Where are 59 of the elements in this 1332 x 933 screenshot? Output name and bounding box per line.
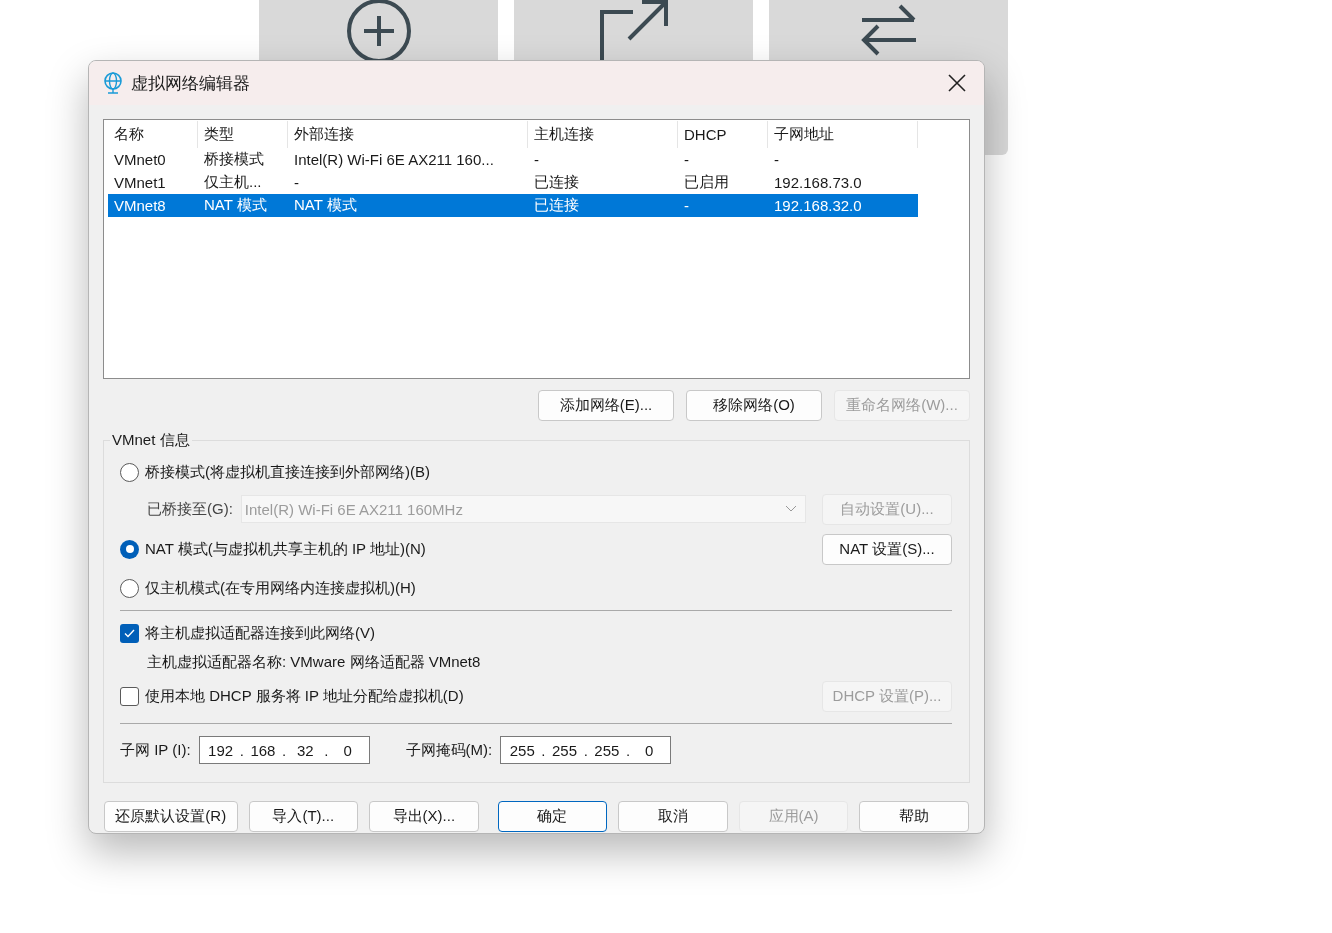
table-cell-text: -	[683, 151, 690, 168]
column-header[interactable]: 类型	[198, 121, 288, 148]
table-cell-text: 仅主机...	[203, 173, 263, 192]
dialog-button[interactable]: 导出(X)...	[369, 801, 479, 832]
table-button[interactable]: 添加网络(E)...	[538, 390, 674, 421]
table-cell-text: -	[293, 174, 300, 191]
radio-label: NAT 模式(与虚拟机共享主机的 IP 地址)(N)	[145, 539, 426, 559]
table-button[interactable]: 移除网络(O)	[686, 390, 822, 421]
close-icon	[948, 74, 966, 92]
radio-button[interactable]	[120, 462, 139, 482]
column-header[interactable]: 子网地址	[768, 121, 918, 148]
nat-settings-button[interactable]: NAT 设置(S)...	[822, 533, 952, 565]
table-cell-text: -	[773, 151, 780, 168]
radio-button[interactable]	[120, 578, 139, 598]
column-header[interactable]: 主机连接	[528, 121, 678, 148]
adapter-name-text: 主机虚拟适配器名称: VMware 网络适配器 VMnet8	[147, 652, 481, 672]
field-label: 子网掩码(M):	[405, 740, 493, 760]
table-cell-text: -	[533, 151, 540, 168]
table-cell-text: NAT 模式	[203, 196, 268, 215]
toolbar-tile[interactable]	[259, 0, 498, 60]
radio-label: 桥接模式(将虚拟机直接连接到外部网络)(B)	[145, 462, 430, 482]
table-cell-text: NAT 模式	[293, 196, 358, 215]
table-cell-text: VMnet0	[113, 151, 167, 168]
table-cell-text: Intel(R) Wi-Fi 6E AX211 160...	[293, 151, 495, 168]
field-label: 子网 IP (I):	[120, 740, 191, 760]
dialog-button[interactable]: 导入(T)...	[248, 801, 359, 832]
table-cell-text: VMnet8	[113, 197, 167, 214]
radio-label: 仅主机模式(在专用网络内连接虚拟机)(H)	[145, 578, 416, 598]
column-header[interactable]: 名称	[108, 121, 198, 148]
subnet-ip-field[interactable]: 192 . 168 . 32 . 0	[198, 736, 370, 764]
checkbox-label: 将主机虚拟适配器连接到此网络(V)	[145, 623, 375, 643]
dialog-button[interactable]: 还原默认设置(R)	[104, 801, 238, 832]
field-label: 已桥接至(G):	[147, 499, 233, 519]
group-title: VMnet 信息	[111, 431, 191, 450]
table-cell-text: 已连接	[533, 173, 580, 192]
column-header[interactable]: 外部连接	[288, 121, 528, 148]
dialog-button[interactable]: 确定	[497, 801, 608, 832]
radio-button[interactable]	[120, 539, 139, 559]
subnet-mask-field[interactable]: 255 . 255 . 255 . 0	[500, 736, 672, 764]
dialog-button[interactable]: 取消	[618, 801, 728, 832]
table-cell-text: 已启用	[683, 173, 730, 192]
toolbar-tile[interactable]	[514, 0, 753, 60]
table-cell-text: -	[683, 197, 690, 214]
table-cell-text: 已连接	[533, 196, 580, 215]
table-cell-text: 192.168.32.0	[773, 197, 863, 214]
dialog-button[interactable]: 帮助	[859, 801, 969, 832]
chevron-down-icon	[784, 505, 797, 513]
table-cell-text: 桥接模式	[203, 150, 265, 169]
external-link-icon	[598, 0, 669, 60]
table-cell-text: 192.168.73.0	[773, 174, 863, 191]
column-header[interactable]: DHCP	[678, 121, 768, 148]
globe-icon	[103, 72, 123, 94]
checkbox-label: 使用本地 DHCP 服务将 IP 地址分配给虚拟机(D)	[145, 686, 464, 706]
table-cell-text: VMnet1	[113, 174, 167, 191]
checkbox[interactable]	[120, 623, 139, 643]
selected-row[interactable]: VMnet8 NAT 模式 NAT 模式 已连接 - 192.168.32.0	[108, 194, 918, 217]
checkmark-icon	[124, 628, 135, 638]
window-title: 虚拟网络编辑器	[131, 72, 251, 95]
checkbox[interactable]	[120, 686, 139, 706]
